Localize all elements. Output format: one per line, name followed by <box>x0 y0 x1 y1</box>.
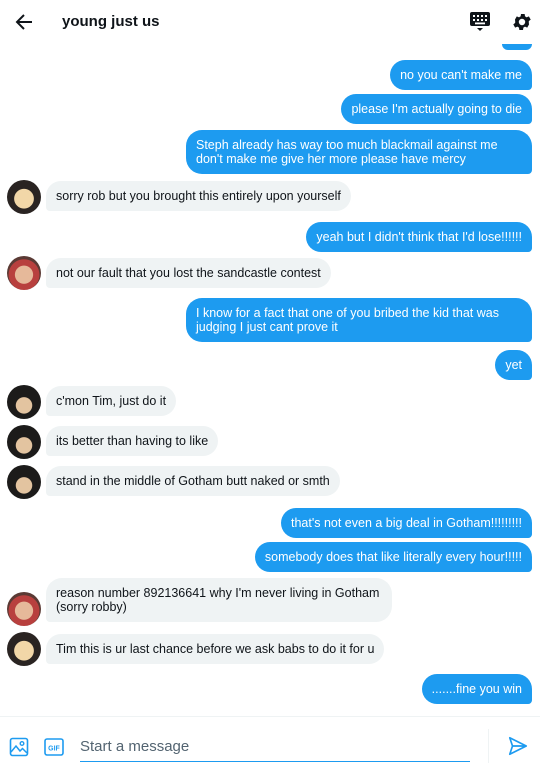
avatar[interactable] <box>7 632 41 666</box>
message-outgoing[interactable]: Steph already has way too much blackmail… <box>186 130 532 174</box>
send-icon[interactable] <box>507 735 529 757</box>
composer-divider <box>488 729 489 763</box>
message-outgoing[interactable]: that's not even a big deal in Gotham!!!!… <box>281 508 532 538</box>
avatar[interactable] <box>7 592 41 626</box>
message-outgoing[interactable]: yeah but I didn't think that I'd lose!!!… <box>306 222 532 252</box>
message-list: no you can't make me please I'm actually… <box>0 44 540 714</box>
message-input[interactable] <box>80 731 470 762</box>
conversation-title: young just us <box>62 13 160 30</box>
message-outgoing[interactable]: no you can't make me <box>390 60 532 90</box>
conversation-header: young just us <box>0 0 540 44</box>
previous-message-tail <box>502 44 532 50</box>
message-outgoing[interactable]: I know for a fact that one of you bribed… <box>186 298 532 342</box>
message-incoming[interactable]: not our fault that you lost the sandcast… <box>46 258 331 288</box>
message-outgoing[interactable]: somebody does that like literally every … <box>254 542 532 572</box>
message-outgoing[interactable]: please I'm actually going to die <box>341 94 532 124</box>
gif-label: GIF <box>48 746 60 753</box>
avatar[interactable] <box>7 465 41 499</box>
message-incoming[interactable]: stand in the middle of Gotham butt naked… <box>46 466 340 496</box>
gear-icon[interactable] <box>511 11 533 33</box>
avatar[interactable] <box>7 385 41 419</box>
avatar[interactable] <box>7 425 41 459</box>
message-composer: GIF <box>0 716 540 772</box>
avatar[interactable] <box>7 180 41 214</box>
message-incoming[interactable]: its better than having to like <box>46 426 219 456</box>
message-incoming[interactable]: c'mon Tim, just do it <box>46 386 177 416</box>
message-outgoing[interactable]: .......fine you win <box>421 674 532 704</box>
message-incoming[interactable]: reason number 892136641 why I'm never li… <box>46 578 392 622</box>
message-incoming[interactable]: sorry rob but you brought this entirely … <box>46 181 351 211</box>
message-incoming[interactable]: Tim this is ur last chance before we ask… <box>46 634 385 664</box>
keyboard-icon[interactable] <box>468 11 492 33</box>
avatar[interactable] <box>7 256 41 290</box>
message-outgoing[interactable]: yet <box>495 350 532 380</box>
gif-icon[interactable]: GIF <box>44 737 64 757</box>
arrow-left-icon[interactable] <box>12 10 36 34</box>
image-icon[interactable] <box>9 737 29 757</box>
